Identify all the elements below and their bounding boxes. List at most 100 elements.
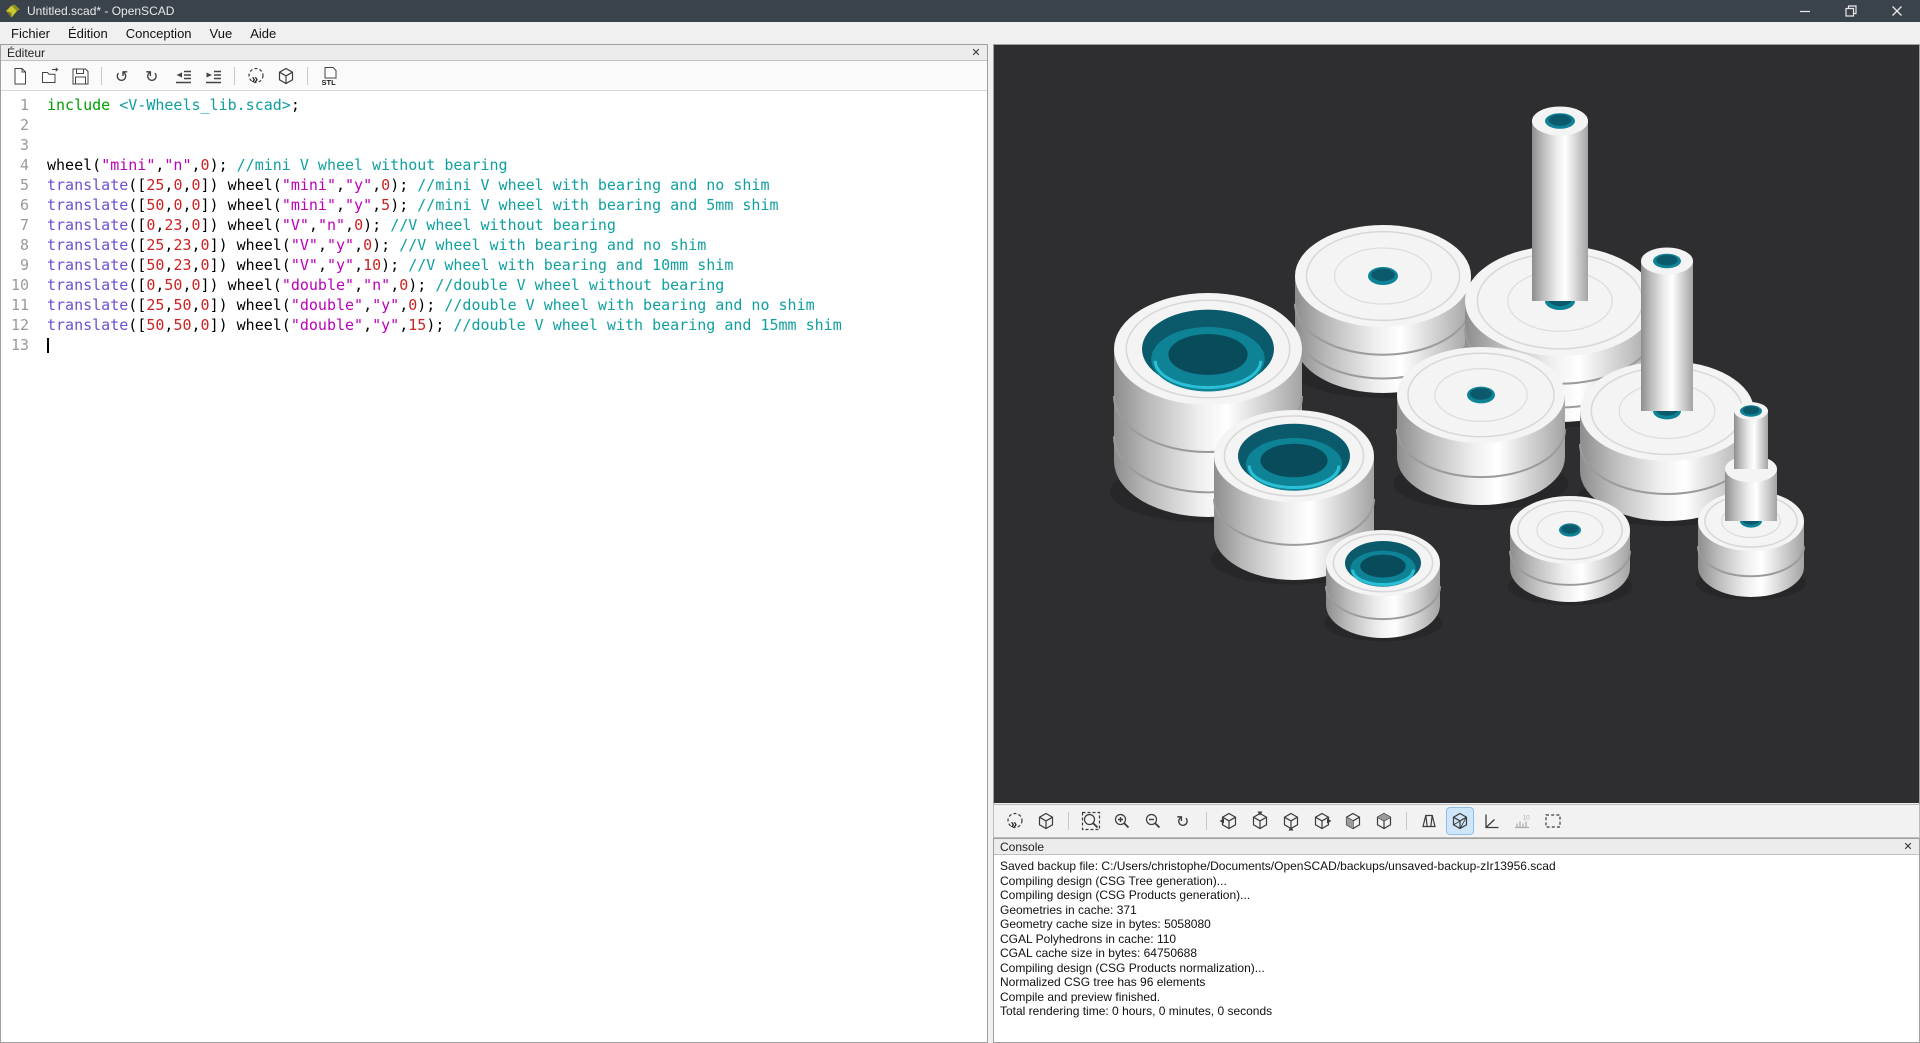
svg-text:↻: ↻	[1176, 814, 1189, 831]
toolbar-separator	[234, 67, 235, 85]
svg-text:10: 10	[1523, 815, 1531, 822]
axes-icon	[1481, 811, 1501, 831]
restore-button[interactable]	[1828, 0, 1874, 22]
view-top-button[interactable]	[1247, 808, 1273, 834]
menu-item-aide[interactable]: Aide	[241, 24, 285, 43]
toolbar-separator	[1406, 812, 1407, 830]
orthogonal-button[interactable]	[1447, 808, 1473, 834]
editor-close-button[interactable]: ✕	[969, 46, 983, 59]
preview-button[interactable]: »	[1002, 808, 1028, 834]
svg-text:↺: ↺	[115, 69, 128, 86]
menu-item-conception[interactable]: Conception	[117, 24, 201, 43]
new-file-button[interactable]	[7, 64, 33, 88]
svg-text:»: »	[1011, 817, 1018, 831]
code-line-13	[47, 335, 987, 355]
open-file-button[interactable]	[37, 64, 63, 88]
code-line-9: translate([50,23,0]) wheel("V","y",10); …	[47, 255, 987, 275]
menu-item-fichier[interactable]: Fichier	[2, 24, 59, 43]
view-back-button[interactable]	[1371, 808, 1397, 834]
code-line-3	[47, 135, 987, 155]
editor-toolbar: ↺ ↻ » STL	[1, 61, 987, 91]
perspective-icon	[1419, 811, 1439, 831]
save-file-icon	[70, 66, 90, 86]
zoom-in-button[interactable]	[1109, 808, 1135, 834]
view-bottom-button[interactable]	[1278, 808, 1304, 834]
render-button[interactable]	[273, 64, 299, 88]
zoom-all-button[interactable]	[1078, 808, 1104, 834]
indent-icon	[203, 66, 223, 86]
titlebar: Untitled.scad* - OpenSCAD	[0, 0, 1920, 22]
redo-button[interactable]: ↻	[140, 64, 166, 88]
render-button[interactable]	[1033, 808, 1059, 834]
code-editor[interactable]: 12345678910111213 include <V-Wheels_lib.…	[1, 91, 987, 1042]
3d-scene[interactable]	[994, 45, 1919, 803]
console-line: Compiling design (CSG Products normaliza…	[1000, 961, 1913, 976]
text-cursor	[47, 338, 49, 353]
view-left-button[interactable]	[1309, 808, 1335, 834]
openscad-window: Untitled.scad* - OpenSCAD FichierÉdition…	[0, 0, 1920, 1043]
code-line-12: translate([50,50,0]) wheel("double","y",…	[47, 315, 987, 335]
orthogonal-icon	[1450, 811, 1470, 831]
console-panel: Console ✕ Saved backup file: C:/Users/ch…	[993, 838, 1920, 1043]
render-icon	[1036, 811, 1056, 831]
editor-panel: Éditeur ✕ ↺ ↻ » STL 12345678910111213 inclu…	[0, 44, 988, 1043]
zoom-out-button[interactable]	[1140, 808, 1166, 834]
console-close-button[interactable]: ✕	[1901, 840, 1915, 853]
reset-view-button[interactable]: ↻	[1171, 808, 1197, 834]
perspective-button[interactable]	[1416, 808, 1442, 834]
render-icon	[276, 66, 296, 86]
minimize-button[interactable]	[1782, 0, 1828, 22]
console-line: Saved backup file: C:/Users/christophe/D…	[1000, 859, 1913, 874]
view-right-button[interactable]	[1216, 808, 1242, 834]
new-file-icon	[10, 66, 30, 86]
code-line-11: translate([25,50,0]) wheel("double","y",…	[47, 295, 987, 315]
toolbar-separator	[101, 67, 102, 85]
view-bottom-icon	[1281, 811, 1301, 831]
console-panel-title: Console	[998, 840, 1044, 854]
console-line: Geometries in cache: 371	[1000, 903, 1913, 918]
editor-panel-title: Éditeur	[5, 46, 45, 60]
toolbar-separator	[1206, 812, 1207, 830]
menu-item-edition[interactable]: Édition	[59, 24, 117, 43]
save-file-button[interactable]	[67, 64, 93, 88]
undo-icon: ↺	[113, 66, 133, 86]
console-line: Compile and preview finished.	[1000, 990, 1913, 1005]
svg-text:↻: ↻	[145, 69, 158, 86]
view-front-button[interactable]	[1340, 808, 1366, 834]
axes-button[interactable]	[1478, 808, 1504, 834]
view-right-icon	[1219, 811, 1239, 831]
openscad-logo-icon	[5, 4, 21, 19]
indent-button[interactable]	[200, 64, 226, 88]
code-line-2	[47, 115, 987, 135]
scale-markers-button[interactable]: 10	[1509, 808, 1535, 834]
view-left-icon	[1312, 811, 1332, 831]
editor-panel-header: Éditeur ✕	[1, 45, 987, 61]
code-text[interactable]: include <V-Wheels_lib.scad>; wheel("mini…	[37, 91, 987, 1042]
view-top-icon	[1250, 811, 1270, 831]
view-front-icon	[1343, 811, 1363, 831]
console-line: CGAL Polyhedrons in cache: 110	[1000, 932, 1913, 947]
line-number-gutter: 12345678910111213	[1, 91, 37, 1042]
3d-viewport[interactable]	[993, 44, 1920, 804]
export-stl-button[interactable]: STL	[316, 64, 342, 88]
undo-button[interactable]: ↺	[110, 64, 136, 88]
view-back-icon	[1374, 811, 1394, 831]
console-output[interactable]: Saved backup file: C:/Users/christophe/D…	[994, 855, 1919, 1042]
view-all-button[interactable]	[1540, 808, 1566, 834]
menubar: FichierÉditionConceptionVueAide	[0, 22, 1920, 44]
scale-markers-icon: 10	[1512, 811, 1532, 831]
preview-button[interactable]: »	[243, 64, 269, 88]
unindent-button[interactable]	[170, 64, 196, 88]
right-panel: » ↻ 10 Console ✕ Saved backup file: C:/Use…	[993, 44, 1920, 1043]
v-wheel-bearing	[1394, 347, 1569, 510]
console-line: Compiling design (CSG Tree generation)..…	[1000, 874, 1913, 889]
preview-icon: »	[246, 66, 266, 86]
console-line: Total rendering time: 0 hours, 0 minutes…	[1000, 1004, 1913, 1019]
code-line-8: translate([25,23,0]) wheel("V","y",0); /…	[47, 235, 987, 255]
console-line: CGAL cache size in bytes: 64750688	[1000, 946, 1913, 961]
zoom-all-icon	[1081, 811, 1101, 831]
close-button[interactable]	[1874, 0, 1920, 22]
console-panel-header: Console ✕	[994, 839, 1919, 855]
menu-item-vue[interactable]: Vue	[201, 24, 242, 43]
toolbar-separator	[307, 67, 308, 85]
